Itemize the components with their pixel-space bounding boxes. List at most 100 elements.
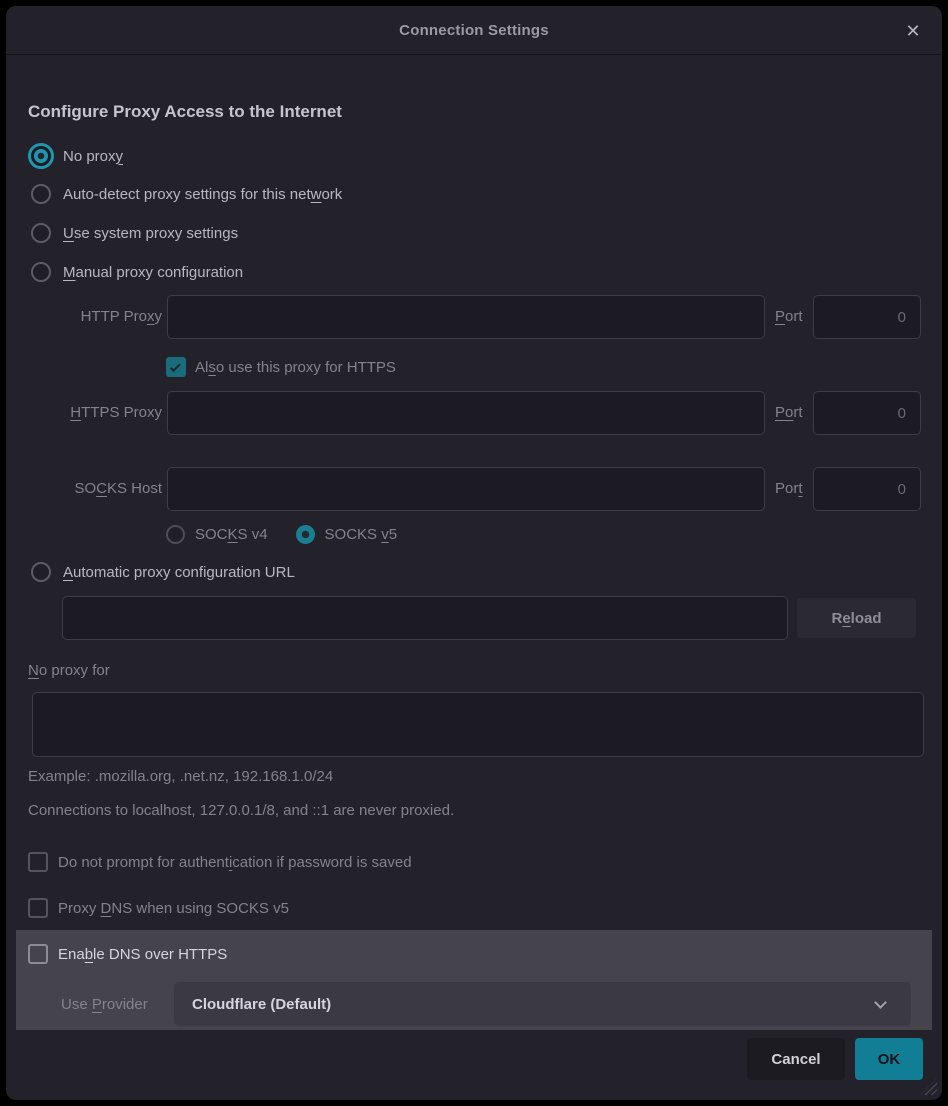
proxy-dns-checkbox-row[interactable]: Proxy DNS when using SOCKS v5 — [28, 896, 289, 920]
radio-cell — [28, 559, 54, 585]
radio-label-auto-url: Automatic proxy configuration URL — [63, 564, 295, 581]
radio-cell — [28, 220, 54, 246]
accesskey: M — [63, 264, 76, 281]
radio-unselected-icon[interactable] — [31, 223, 51, 243]
label-text: Proxy — [58, 900, 101, 917]
accesskey: y — [116, 148, 124, 165]
socks-port-label: Port — [775, 467, 803, 511]
radio-label-autodetect: Auto-detect proxy settings for this netw… — [63, 186, 342, 203]
accesskey: s — [208, 359, 216, 376]
dialog-title: Connection Settings — [399, 22, 549, 39]
no-proxy-for-textarea[interactable] — [32, 692, 924, 757]
ok-button[interactable]: OK — [855, 1038, 923, 1080]
also-https-checkbox-row[interactable]: Also use this proxy for HTTPS — [166, 355, 396, 379]
radio-row-no-proxy[interactable]: No proxy — [28, 143, 123, 169]
close-icon[interactable]: ✕ — [900, 18, 926, 44]
label-text: 5 — [389, 526, 397, 543]
radio-dot-icon — [34, 149, 48, 163]
use-provider-label: Use Provider — [61, 996, 148, 1013]
accesskey: D — [101, 900, 112, 917]
http-proxy-input[interactable] — [167, 295, 765, 339]
socks-host-input[interactable] — [167, 467, 765, 511]
radio-row-autodetect[interactable]: Auto-detect proxy settings for this netw… — [28, 181, 342, 207]
radio-row-manual-proxy[interactable]: Manual proxy configuration — [28, 259, 243, 285]
label-text: SOC — [195, 526, 228, 543]
label-text: SO — [74, 480, 96, 497]
label-text: R — [831, 610, 842, 627]
https-proxy-label: HTTPS Proxy — [28, 391, 162, 435]
provider-selected-value: Cloudflare (Default) — [192, 996, 331, 1013]
resize-grip[interactable] — [920, 1078, 937, 1095]
proxy-dns-label: Proxy DNS when using SOCKS v5 — [58, 900, 289, 917]
accesskey: v — [381, 526, 389, 543]
radio-cell — [28, 181, 54, 207]
label-text: rt — [793, 404, 802, 421]
label-text: HTTP Pro — [81, 308, 147, 325]
label-text: KS Host — [107, 480, 162, 497]
radio-row-auto-url[interactable]: Automatic proxy configuration URL — [28, 559, 295, 585]
label-text: S v4 — [238, 526, 268, 543]
radio-label-manual-proxy: Manual proxy configuration — [63, 264, 243, 281]
accesskey: P — [92, 996, 102, 1013]
auto-config-url-input[interactable] — [62, 596, 788, 640]
label-text: se system proxy settings — [74, 225, 238, 242]
enable-doh-checkbox-row[interactable]: Enable DNS over HTTPS — [28, 941, 227, 967]
label-text: No prox — [63, 148, 116, 165]
checkbox-unchecked-icon[interactable] — [28, 852, 48, 872]
page-title: Configure Proxy Access to the Internet — [28, 102, 342, 122]
https-proxy-input[interactable] — [167, 391, 765, 435]
label-text: rovider — [102, 996, 148, 1013]
label-text: load — [851, 610, 882, 627]
label-text: SOCKS — [325, 526, 382, 543]
radio-unselected-icon[interactable] — [31, 184, 51, 204]
label-text: Por — [775, 480, 798, 497]
label-text: o proxy for — [39, 662, 110, 679]
label-text: anual proxy configuration — [76, 264, 244, 281]
https-port-label: Port — [775, 391, 803, 435]
accesskey: N — [28, 662, 39, 679]
radio-unselected-icon[interactable] — [31, 562, 51, 582]
radio-unselected-icon[interactable] — [31, 262, 51, 282]
label-text: utomatic proxy configuration URL — [73, 564, 295, 581]
label-text: Use — [61, 996, 92, 1013]
http-port-input[interactable] — [813, 295, 921, 339]
label-text: Al — [195, 359, 208, 376]
checkbox-unchecked-icon[interactable] — [28, 898, 48, 918]
connection-settings-dialog: Connection Settings ✕ Configure Proxy Ac… — [6, 6, 942, 1100]
reload-button[interactable]: Reload — [797, 598, 916, 638]
accesskey: U — [63, 225, 74, 242]
radio-selected-icon[interactable] — [28, 143, 54, 169]
chevron-down-icon — [874, 996, 887, 1009]
checkbox-checked-icon[interactable] — [166, 357, 186, 377]
accesskey: H — [70, 404, 81, 421]
localhost-note-text: Connections to localhost, 127.0.0.1/8, a… — [28, 802, 454, 819]
label-text: y — [155, 308, 163, 325]
socks-host-label: SOCKS Host — [28, 467, 162, 511]
socks-version-row: SOCKS v4 SOCKS v5 — [166, 522, 397, 546]
accesskey: P — [775, 308, 785, 325]
label-text: Auto-detect proxy settings for this net — [63, 186, 311, 203]
radio-unselected-icon[interactable] — [166, 525, 185, 544]
accesskey: C — [96, 480, 107, 497]
socks-v4-label[interactable]: SOCKS v4 — [195, 526, 268, 543]
http-port-label: Port — [775, 295, 803, 339]
radio-selected-icon[interactable] — [296, 525, 315, 544]
accesskey: A — [63, 564, 73, 581]
label-text: Do not prompt for authent — [58, 854, 229, 871]
checkbox-unchecked-icon[interactable] — [28, 944, 48, 964]
dns-over-https-section: Enable DNS over HTTPS Use Provider Cloud… — [16, 930, 932, 1030]
accesskey: w — [311, 186, 322, 203]
accesskey: K — [228, 526, 238, 543]
also-https-label: Also use this proxy for HTTPS — [195, 359, 396, 376]
cancel-button[interactable]: Cancel — [747, 1038, 845, 1080]
radio-row-system-proxy[interactable]: Use system proxy settings — [28, 220, 238, 246]
label-text: ork — [321, 186, 342, 203]
provider-dropdown[interactable]: Cloudflare (Default) — [174, 982, 911, 1026]
no-prompt-auth-label: Do not prompt for authentication if pass… — [58, 854, 412, 871]
no-proxy-for-label: No proxy for — [28, 662, 110, 679]
socks-v5-label[interactable]: SOCKS v5 — [325, 526, 398, 543]
no-prompt-auth-checkbox-row[interactable]: Do not prompt for authentication if pass… — [28, 850, 412, 874]
label-text: Ena — [58, 946, 85, 963]
https-port-input[interactable] — [813, 391, 921, 435]
socks-port-input[interactable] — [813, 467, 921, 511]
